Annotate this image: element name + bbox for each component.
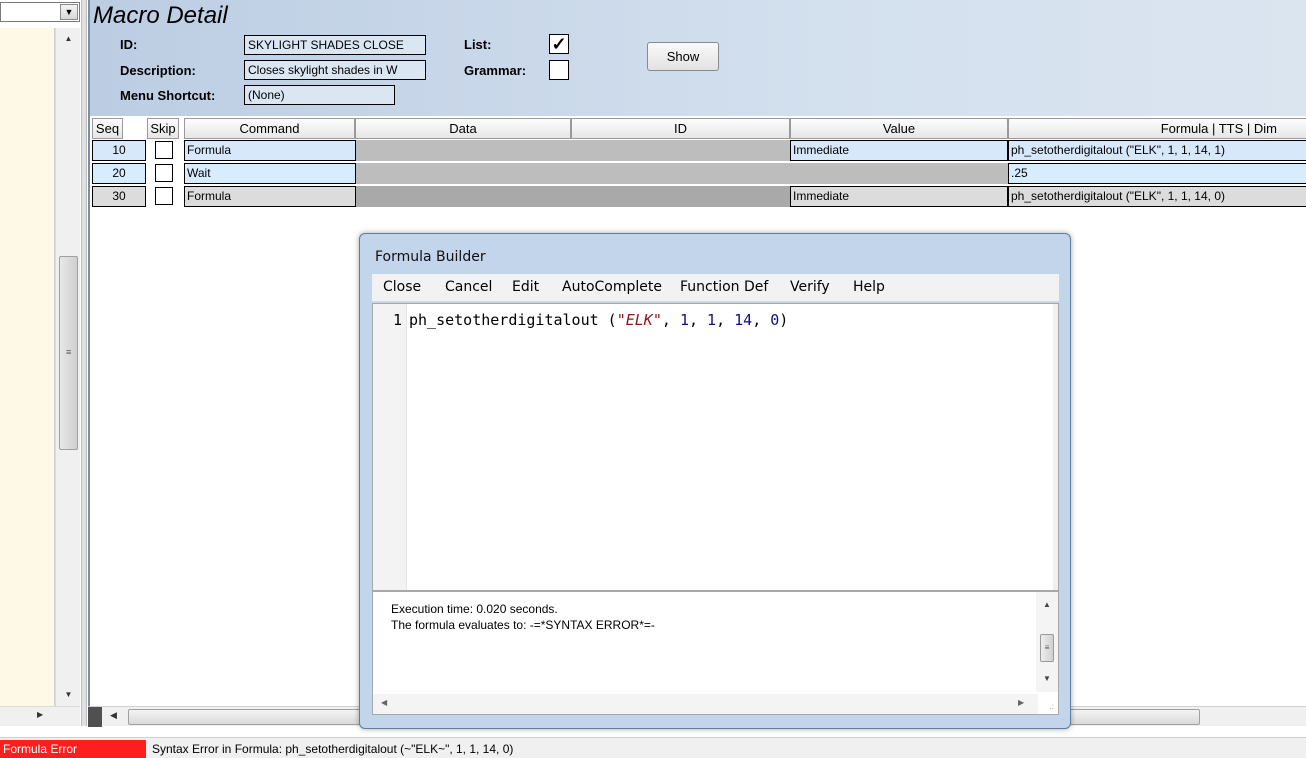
table-row-command[interactable]: Formula	[184, 186, 356, 207]
scroll-down-icon[interactable]: ▼	[56, 686, 81, 703]
resize-grip-icon[interactable]: .:	[1050, 702, 1054, 711]
col-header-data[interactable]: Data	[355, 118, 571, 139]
code-function: ph_setotherdigitalout (	[409, 311, 617, 329]
macro-detail-header: Macro Detail ID: SKYLIGHT SHADES CLOSE D…	[88, 0, 1306, 116]
code-string: "ELK"	[616, 311, 662, 329]
menu-verify[interactable]: Verify	[790, 279, 830, 295]
table-row-value[interactable]: Immediate	[790, 140, 1008, 161]
editor-scrollbar[interactable]	[1053, 304, 1058, 590]
table-row-data[interactable]	[356, 186, 790, 207]
table-row-seq[interactable]: 20	[92, 163, 146, 184]
code-number: 1	[707, 311, 717, 329]
output-scroll-thumb[interactable]: ≡	[1040, 634, 1054, 662]
table-row-seq[interactable]: 10	[92, 140, 146, 161]
left-horizontal-scrollbar[interactable]: ▶	[0, 706, 80, 726]
formula-code[interactable]: ph_setotherdigitalout ("ELK", 1, 1, 14, …	[409, 311, 788, 329]
col-header-skip[interactable]: Skip	[147, 118, 179, 139]
menu-close[interactable]: Close	[383, 279, 421, 295]
scroll-corner	[88, 707, 102, 727]
description-label: Description:	[120, 63, 196, 78]
table-row-formula[interactable]: .25	[1008, 163, 1306, 184]
status-badge: Formula Error	[0, 740, 146, 758]
skip-checkbox[interactable]	[155, 164, 173, 182]
chevron-down-icon[interactable]: ▼	[60, 4, 78, 20]
dialog-menu-bar: Close Cancel Edit AutoComplete Function …	[372, 274, 1059, 302]
table-row-data[interactable]	[356, 163, 1008, 184]
menu-function-def[interactable]: Function Def	[680, 279, 768, 295]
left-combo-box[interactable]: ▼	[0, 2, 80, 22]
dialog-title: Formula Builder	[375, 249, 486, 265]
table-row-data[interactable]	[356, 140, 790, 161]
scroll-right-icon[interactable]: ▶	[1018, 698, 1024, 707]
col-header-command[interactable]: Command	[184, 118, 355, 139]
menu-help[interactable]: Help	[853, 279, 885, 295]
panel-splitter[interactable]	[81, 0, 87, 726]
code-sep: ,	[688, 311, 708, 329]
id-label: ID:	[120, 37, 138, 52]
line-gutter: 1	[373, 304, 407, 590]
col-header-seq[interactable]: Seq	[92, 118, 123, 139]
skip-checkbox[interactable]	[155, 187, 173, 205]
formula-builder-dialog: Formula Builder Close Cancel Edit AutoCo…	[359, 233, 1071, 729]
menu-edit[interactable]: Edit	[512, 279, 539, 295]
table-row-value[interactable]: Immediate	[790, 186, 1008, 207]
grammar-checkbox[interactable]	[549, 60, 569, 80]
formula-output-panel: Execution time: 0.020 seconds. The formu…	[372, 591, 1059, 715]
list-checkbox[interactable]: ✓	[549, 34, 569, 54]
table-row-formula[interactable]: ph_setotherdigitalout ("ELK", 1, 1, 14, …	[1008, 186, 1306, 207]
evaluation-result-text: The formula evaluates to: -=*SYNTAX ERRO…	[391, 618, 655, 632]
table-row-seq[interactable]: 30	[92, 186, 146, 207]
left-vertical-scrollbar[interactable]: ▲ ≡ ▼	[55, 28, 80, 706]
left-list-panel[interactable]	[0, 28, 55, 706]
skip-checkbox[interactable]	[155, 141, 173, 159]
scroll-left-icon[interactable]: ◀	[381, 698, 387, 707]
scroll-up-icon[interactable]: ▲	[56, 30, 81, 47]
output-horizontal-scrollbar[interactable]: ◀ ▶	[373, 694, 1038, 714]
code-number: 14	[734, 311, 753, 329]
menu-shortcut-label: Menu Shortcut:	[120, 88, 216, 103]
code-sep: ,	[661, 311, 680, 329]
left-scroll-thumb[interactable]: ≡	[59, 256, 78, 450]
menu-shortcut-field[interactable]: (None)	[244, 85, 395, 105]
menu-cancel[interactable]: Cancel	[445, 279, 492, 295]
col-header-value[interactable]: Value	[790, 118, 1008, 139]
scroll-right-icon[interactable]: ▶	[37, 710, 43, 719]
grip-icon: ≡	[66, 347, 72, 357]
code-sep: ,	[752, 311, 771, 329]
output-vertical-scrollbar[interactable]: ▲ ≡ ▼	[1036, 592, 1058, 692]
table-row-formula[interactable]: ph_setotherdigitalout ("ELK", 1, 1, 14, …	[1008, 140, 1306, 161]
id-field[interactable]: SKYLIGHT SHADES CLOSE	[244, 35, 426, 55]
line-number: 1	[392, 311, 402, 329]
scroll-up-icon[interactable]: ▲	[1036, 600, 1058, 609]
menu-autocomplete[interactable]: AutoComplete	[562, 279, 662, 295]
col-header-id[interactable]: ID	[571, 118, 790, 139]
status-bar: Formula Error Syntax Error in Formula: p…	[0, 737, 1306, 758]
code-number: 1	[679, 311, 689, 329]
execution-time-text: Execution time: 0.020 seconds.	[391, 602, 558, 616]
scroll-down-icon[interactable]: ▼	[1036, 674, 1058, 683]
description-field[interactable]: Closes skylight shades in W	[244, 60, 426, 80]
grammar-label: Grammar:	[464, 63, 527, 78]
code-number: 0	[770, 311, 780, 329]
col-header-formula[interactable]: Formula | TTS | Dim	[1008, 118, 1306, 139]
table-row-command[interactable]: Wait	[184, 163, 356, 184]
scroll-left-icon[interactable]: ◀	[110, 710, 117, 721]
list-label: List:	[464, 37, 492, 52]
show-button[interactable]: Show	[647, 42, 719, 71]
page-title: Macro Detail	[93, 2, 228, 29]
formula-editor[interactable]: 1 ph_setotherdigitalout ("ELK", 1, 1, 14…	[372, 303, 1059, 591]
code-sep: ,	[716, 311, 735, 329]
table-row-command[interactable]: Formula	[184, 140, 356, 161]
code-close-paren: )	[779, 311, 789, 329]
status-message: Syntax Error in Formula: ph_setotherdigi…	[152, 742, 514, 756]
